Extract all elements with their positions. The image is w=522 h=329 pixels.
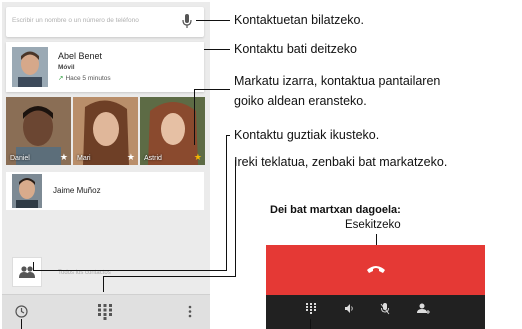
star-icon[interactable]: ★ <box>194 152 202 163</box>
callout-line-dial-h <box>103 276 236 277</box>
callout-line-star-v <box>194 89 195 145</box>
mute-icon[interactable] <box>380 303 390 315</box>
contact-search-bar[interactable]: Escribir un nombre o un número de teléfo… <box>6 7 204 37</box>
favorites-grid: Daniel ★ Mari ★ Astrid ★ <box>6 97 205 165</box>
star-icon[interactable]: ★ <box>60 152 68 163</box>
favorite-tile[interactable]: Mari ★ <box>73 97 138 165</box>
callout-all-contacts: Kontaktu guztiak ikusteko. <box>234 128 380 142</box>
end-call-icon[interactable] <box>366 264 386 274</box>
callout-line-all-h <box>33 270 227 271</box>
callout-line-call <box>204 49 230 50</box>
callout-dialpad: Ireki teklatua, zenbaki bat markatzeko. <box>234 155 448 169</box>
callout-line-star <box>194 89 230 90</box>
dialpad-icon[interactable] <box>98 304 112 320</box>
favorite-tile[interactable]: Daniel ★ <box>6 97 71 165</box>
contact-photo <box>12 47 48 87</box>
star-icon[interactable]: ★ <box>127 152 135 163</box>
callout-line-history <box>21 319 22 329</box>
hangup-label: Esekitzeko <box>345 219 401 231</box>
phone-type: Móvil <box>58 64 75 71</box>
call-time-text: Hace 5 minutos <box>65 75 111 82</box>
bottom-bar <box>2 294 210 329</box>
callout-call-contact: Kontaktu bati deitzeko <box>234 42 357 56</box>
callout-star-line1: Markatu izarra, kontaktua pantailaren <box>234 74 441 88</box>
clock-icon[interactable] <box>15 305 28 318</box>
call-panel-heading: Dei bat martxan dagoela: <box>270 204 401 216</box>
recent-contact-card[interactable]: Abel Benet Móvil ↗ Hace 5 minutos <box>6 42 204 92</box>
callout-line-all-tick <box>33 262 34 270</box>
favorite-name: Mari <box>77 155 91 162</box>
callout-line-search <box>196 20 230 21</box>
contact-photo <box>12 174 42 208</box>
callout-search: Kontaktuetan bilatzeko. <box>234 13 364 27</box>
call-time: ↗ Hace 5 minutos <box>58 74 111 82</box>
favorite-tile[interactable]: Astrid ★ <box>140 97 205 165</box>
callout-line-dial-down <box>103 276 104 292</box>
callout-line-all-v <box>226 135 227 270</box>
contact-name: Abel Benet <box>58 51 103 61</box>
contact-name: Jaime Muñoz <box>53 186 101 195</box>
all-contacts-button[interactable] <box>12 257 42 287</box>
callout-star-line2: goiko aldean eransteko. <box>234 94 367 108</box>
more-vert-icon[interactable] <box>188 305 192 318</box>
speaker-icon[interactable] <box>344 303 354 314</box>
call-red-area <box>266 245 485 295</box>
callout-line-call-dialpad <box>310 319 311 329</box>
add-call-icon[interactable] <box>417 303 431 314</box>
dialpad-icon[interactable] <box>306 303 316 314</box>
mic-icon[interactable] <box>182 14 192 29</box>
contact-list-item[interactable]: Jaime Muñoz <box>6 172 204 210</box>
outgoing-call-icon: ↗ <box>58 75 64 82</box>
favorite-name: Daniel <box>10 155 30 162</box>
search-placeholder: Escribir un nombre o un número de teléfo… <box>12 17 139 24</box>
favorite-name: Astrid <box>144 155 162 162</box>
phone-screen: Escribir un nombre o un número de teléfo… <box>2 2 210 329</box>
callout-line-dial-v <box>235 160 236 276</box>
call-screen <box>266 245 485 329</box>
call-controls-bar <box>266 295 485 329</box>
